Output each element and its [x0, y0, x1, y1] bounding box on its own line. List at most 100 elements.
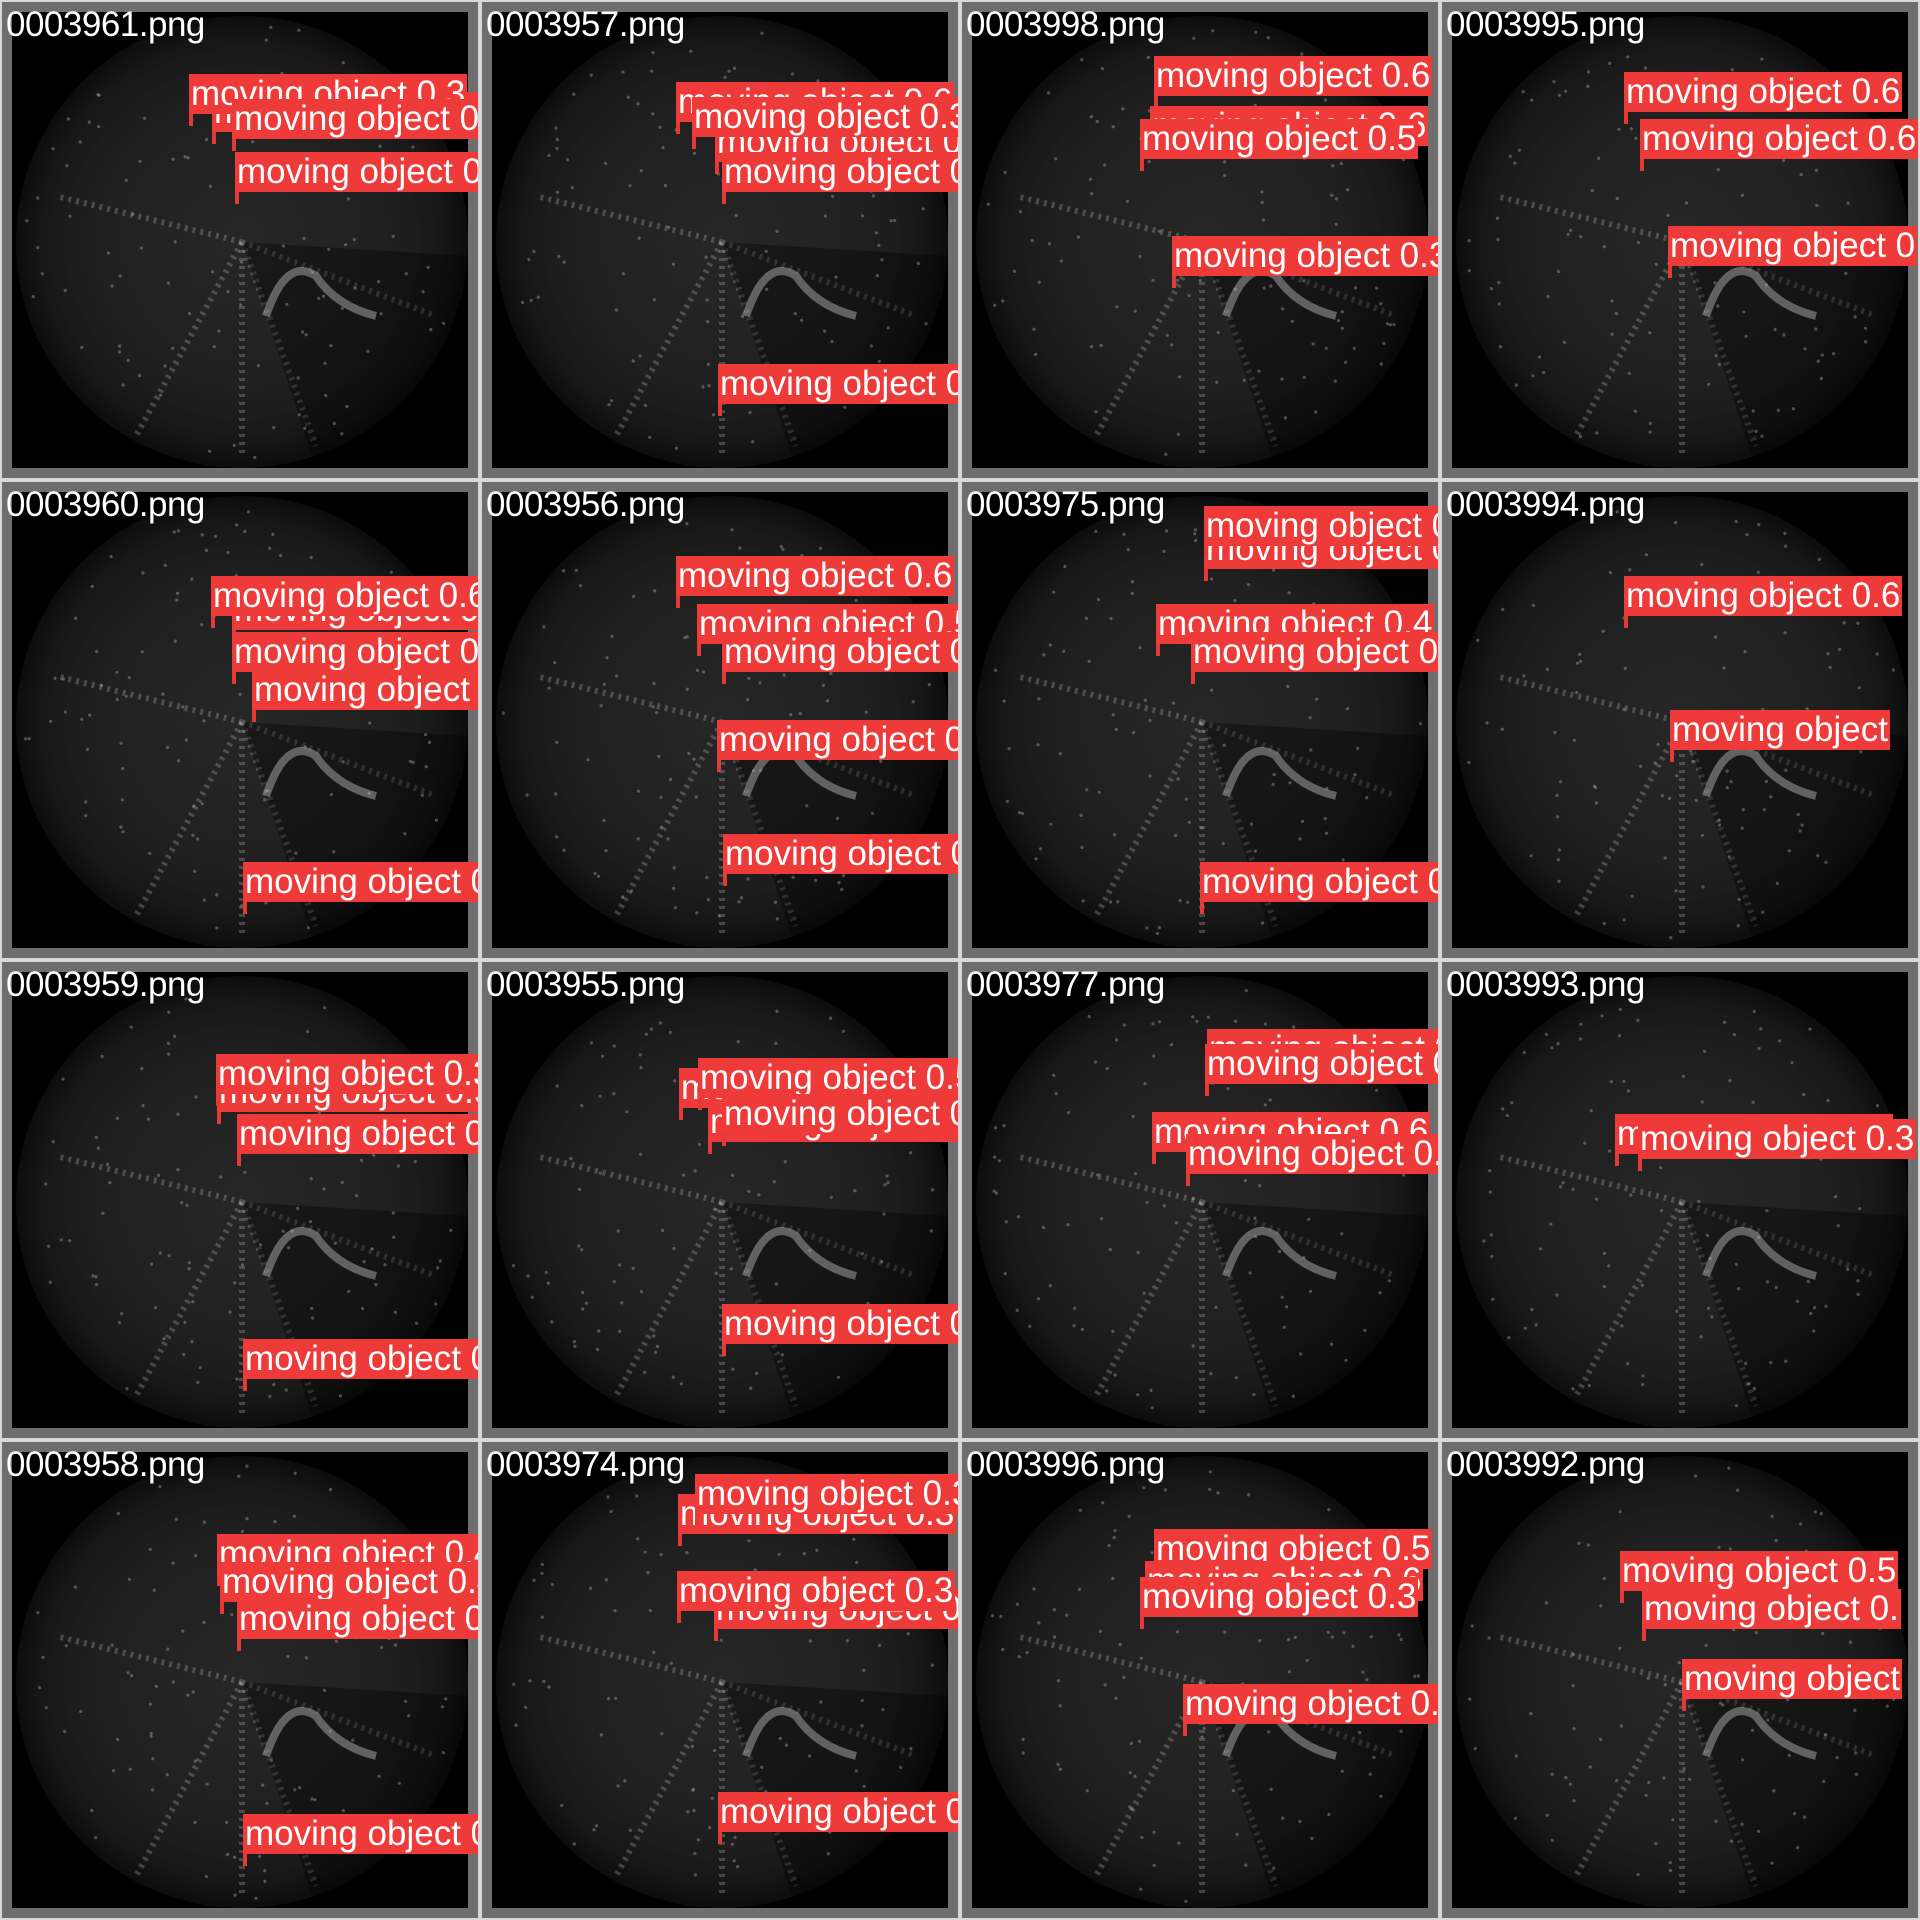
- sonar-speckle: [1586, 70, 1590, 74]
- sonar-speckle: [1489, 1233, 1493, 1237]
- sonar-speckle: [1633, 409, 1637, 413]
- sonar-speckle: [639, 1289, 643, 1294]
- sonar-speckle: [404, 1699, 408, 1703]
- sonar-speckle: [643, 1370, 647, 1374]
- sonar-speckle: [1784, 768, 1788, 772]
- sonar-speckle: [408, 759, 412, 764]
- sonar-speckle: [1742, 310, 1746, 314]
- sonar-speckle: [230, 1613, 234, 1617]
- sonar-speckle: [1094, 410, 1098, 414]
- sonar-speckle: [1248, 1271, 1252, 1275]
- sonar-speckle: [1036, 743, 1040, 747]
- sonar-speckle: [536, 295, 540, 299]
- sonar-speckle: [853, 1189, 857, 1193]
- sonar-speckle: [1047, 242, 1051, 246]
- sonar-speckle: [705, 298, 709, 302]
- sonar-speckle: [1054, 157, 1058, 161]
- sonar-speckle: [141, 1104, 145, 1108]
- sonar-speckle: [738, 546, 742, 550]
- detection-box-edge: [708, 1140, 712, 1154]
- sonar-speckle: [1614, 311, 1618, 316]
- sonar-speckle: [1669, 936, 1673, 940]
- sonar-speckle: [524, 1705, 528, 1709]
- detection-label: moving object 0.6: [1186, 1134, 1438, 1174]
- sonar-speckle: [1266, 36, 1270, 40]
- detection-label: moving object 0.7: [243, 1814, 478, 1854]
- sonar-speckle: [1261, 921, 1265, 925]
- sonar-speckle: [1049, 822, 1053, 826]
- sonar-speckle: [51, 1140, 55, 1144]
- sonar-speckle: [1691, 760, 1695, 764]
- detection-label: moving object 0.3: [722, 632, 958, 672]
- sonar-speckle: [612, 1092, 616, 1096]
- sonar-speckle: [1111, 125, 1115, 129]
- sonar-speckle: [1020, 811, 1025, 816]
- sonar-speckle: [1572, 1727, 1576, 1731]
- sonar-speckle: [616, 1784, 620, 1788]
- sonar-speckle: [697, 1142, 702, 1146]
- sonar-speckle: [1268, 1098, 1272, 1102]
- sonar-speckle: [1354, 286, 1358, 290]
- detection-box-edge: [1624, 614, 1628, 628]
- sonar-speckle: [429, 327, 433, 332]
- sonar-beam-streak: [1573, 1680, 1685, 1878]
- sonar-speckle: [1089, 345, 1094, 349]
- sonar-speckle: [340, 432, 344, 436]
- sonar-speckle: [791, 875, 795, 879]
- sonar-speckle: [140, 650, 144, 654]
- sonar-speckle: [990, 1614, 994, 1618]
- sonar-speckle: [272, 425, 276, 430]
- sonar-speckle: [182, 1353, 186, 1357]
- sonar-speckle: [649, 1027, 653, 1031]
- sonar-speckle: [246, 510, 251, 514]
- sonar-speckle: [403, 832, 407, 836]
- sonar-speckle: [341, 61, 345, 65]
- sonar-speckle: [154, 1684, 158, 1689]
- sonar-speckle: [600, 1054, 605, 1058]
- sonar-speckle: [562, 569, 566, 573]
- detection-box-edge: [1152, 1150, 1156, 1164]
- sonar-speckle: [1340, 1232, 1344, 1236]
- sonar-speckle: [1857, 686, 1861, 690]
- detection-box-edge: [678, 1532, 682, 1546]
- tile-filename: 0003996.png: [966, 1445, 1165, 1484]
- sonar-speckle: [322, 1688, 327, 1692]
- sonar-speckle: [580, 1248, 584, 1252]
- sonar-speckle: [692, 757, 696, 761]
- sonar-speckle: [1663, 856, 1667, 860]
- sonar-speckle: [574, 568, 578, 572]
- sonar-speckle: [1136, 1393, 1140, 1397]
- sonar-speckle: [930, 1663, 934, 1667]
- sonar-speckle: [706, 362, 711, 366]
- sonar-speckle: [1627, 371, 1631, 375]
- sonar-speckle: [1578, 652, 1582, 657]
- sonar-speckle: [192, 804, 196, 808]
- sonar-speckle: [1610, 332, 1614, 336]
- sonar-speckle: [1734, 1404, 1739, 1408]
- sonar-speckle: [1158, 1020, 1162, 1024]
- sonar-speckle: [1522, 1051, 1526, 1055]
- sonar-speckle: [1864, 340, 1868, 344]
- sonar-speckle: [748, 410, 752, 415]
- sonar-speckle: [1562, 340, 1567, 345]
- sonar-speckle: [240, 1529, 244, 1534]
- sonar-speckle: [636, 789, 641, 793]
- sonar-speckle: [1822, 1779, 1826, 1783]
- sonar-speckle: [841, 874, 845, 878]
- sonar-beam-streak: [133, 1680, 245, 1878]
- sonar-speckle: [577, 1244, 581, 1248]
- detection-label: moving object 0.5: [243, 862, 478, 902]
- sonar-speckle: [1757, 1829, 1761, 1833]
- sonar-speckle: [127, 676, 131, 680]
- sonar-speckle: [87, 120, 91, 124]
- sonar-speckle: [44, 1706, 48, 1710]
- sonar-beam-streak: [133, 1200, 245, 1398]
- sonar-speckle: [617, 1263, 622, 1267]
- sonar-speckle: [1714, 1819, 1718, 1823]
- sonar-speckle: [1187, 294, 1191, 298]
- sonar-speckle: [142, 116, 147, 120]
- sonar-speckle: [570, 186, 575, 190]
- sonar-speckle: [1544, 1601, 1549, 1605]
- sonar-speckle: [691, 1788, 695, 1792]
- sonar-speckle: [1630, 894, 1634, 898]
